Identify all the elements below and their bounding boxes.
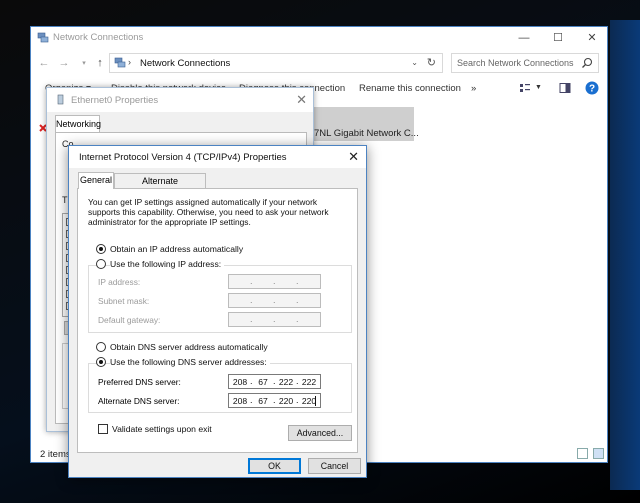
close-icon[interactable]: ✕ (296, 92, 307, 108)
minimize-icon[interactable]: — (507, 27, 541, 49)
ethernet-dialog-title: Ethernet0 Properties (71, 95, 159, 106)
ipv4-properties-dialog: Internet Protocol Version 4 (TCP/IPv4) P… (68, 145, 367, 478)
subnet-mask-label: Subnet mask: (98, 296, 150, 306)
search-icon[interactable] (581, 57, 593, 69)
obtain-ip-automatically-label[interactable]: Obtain an IP address automatically (110, 244, 243, 254)
network-connections-icon (114, 57, 126, 68)
preferred-dns-octet-3: 222 (278, 377, 294, 387)
ip-address-label: IP address: (98, 277, 141, 287)
alternate-dns-field[interactable]: 208 . 67 . 220 . 220 (228, 393, 321, 408)
item-count: 2 items (40, 449, 71, 460)
preferred-dns-octet-4: 222 (301, 377, 317, 387)
ip-settings-description: You can get IP settings assigned automat… (88, 197, 329, 227)
use-following-dns-label[interactable]: Use the following DNS server addresses: (110, 357, 270, 367)
alternate-dns-octet-1: 208 (232, 396, 248, 406)
close-icon[interactable]: ✕ (575, 27, 609, 49)
back-arrow-icon[interactable]: ← (37, 55, 51, 71)
network-adapter-icon (57, 94, 64, 105)
address-bar-row: ← → ▾ ↑ › Network Connections ⌄ ↻ Search… (31, 51, 607, 75)
advanced-button[interactable]: Advanced... (288, 425, 352, 441)
general-tab-panel: You can get IP settings assigned automat… (77, 188, 358, 453)
address-box[interactable]: › Network Connections ⌄ ↻ (109, 53, 443, 73)
alternate-dns-octet-4: 220 (301, 396, 317, 406)
search-input[interactable]: Search Network Connections (451, 53, 599, 73)
cancel-button[interactable]: Cancel (308, 458, 361, 474)
subnet-mask-field: ... (228, 293, 321, 308)
explorer-titlebar[interactable]: Network Connections — ☐ ✕ (31, 27, 607, 49)
network-connections-icon (37, 32, 49, 43)
tab-networking[interactable]: Networking (55, 115, 101, 133)
obtain-ip-automatically-radio[interactable] (96, 244, 106, 254)
details-view-icon[interactable] (577, 448, 588, 459)
ethernet-dialog-titlebar[interactable]: Ethernet0 Properties ✕ (47, 88, 313, 112)
desktop-wallpaper-edge (610, 20, 640, 490)
obtain-dns-automatically-radio[interactable] (96, 342, 106, 352)
address-dropdown-icon[interactable]: ⌄ (411, 58, 418, 67)
use-following-ip-radio[interactable] (96, 259, 106, 269)
default-gateway-field: ... (228, 312, 321, 327)
more-commands[interactable]: » (471, 83, 476, 94)
alternate-dns-octet-2: 67 (258, 396, 268, 406)
validate-settings-checkbox[interactable] (98, 424, 108, 434)
ipv4-dialog-title: Internet Protocol Version 4 (TCP/IPv4) P… (79, 152, 287, 163)
explorer-title: Network Connections (53, 32, 144, 43)
svg-text:?: ? (589, 84, 595, 95)
use-following-ip-label[interactable]: Use the following IP address: (110, 259, 225, 269)
ok-button[interactable]: OK (248, 458, 301, 474)
preview-pane-icon[interactable] (559, 82, 571, 94)
ipv4-dialog-titlebar[interactable]: Internet Protocol Version 4 (TCP/IPv4) P… (69, 146, 366, 168)
search-placeholder: Search Network Connections (457, 58, 574, 68)
change-view-icon[interactable] (519, 82, 531, 94)
tab-general[interactable]: General (78, 172, 114, 189)
recent-locations-icon[interactable]: ▾ (77, 56, 91, 72)
text-cursor (315, 396, 316, 406)
breadcrumb-chevron-icon[interactable]: › (128, 57, 131, 67)
preferred-dns-field[interactable]: 208 . 67 . 222 . 222 (228, 374, 321, 389)
ip-address-field: ... (228, 274, 321, 289)
alternate-dns-label: Alternate DNS server: (98, 396, 180, 406)
forward-arrow-icon[interactable]: → (57, 55, 71, 71)
view-dropdown-icon[interactable]: ▼ (535, 84, 542, 91)
help-icon[interactable]: ? (585, 81, 599, 95)
alternate-dns-octet-3: 220 (278, 396, 294, 406)
tab-alternate-configuration[interactable]: Alternate Configuration (114, 173, 206, 201)
up-arrow-icon[interactable]: ↑ (93, 55, 107, 71)
rename-command[interactable]: Rename this connection (359, 83, 461, 94)
large-icons-view-icon[interactable] (593, 448, 604, 459)
preferred-dns-octet-2: 67 (258, 377, 268, 387)
preferred-dns-label: Preferred DNS server: (98, 377, 181, 387)
obtain-dns-automatically-label[interactable]: Obtain DNS server address automatically (110, 342, 268, 352)
refresh-icon[interactable]: ↻ (427, 56, 436, 69)
default-gateway-label: Default gateway: (98, 315, 161, 325)
address-text[interactable]: Network Connections (140, 58, 230, 69)
preferred-dns-octet-1: 208 (232, 377, 248, 387)
close-icon[interactable]: ✕ (348, 149, 359, 165)
validate-settings-label[interactable]: Validate settings upon exit (112, 424, 212, 434)
connection-item-label: 7NL Gigabit Network C... (314, 128, 419, 139)
maximize-icon[interactable]: ☐ (541, 27, 575, 49)
use-following-dns-radio[interactable] (96, 357, 106, 367)
